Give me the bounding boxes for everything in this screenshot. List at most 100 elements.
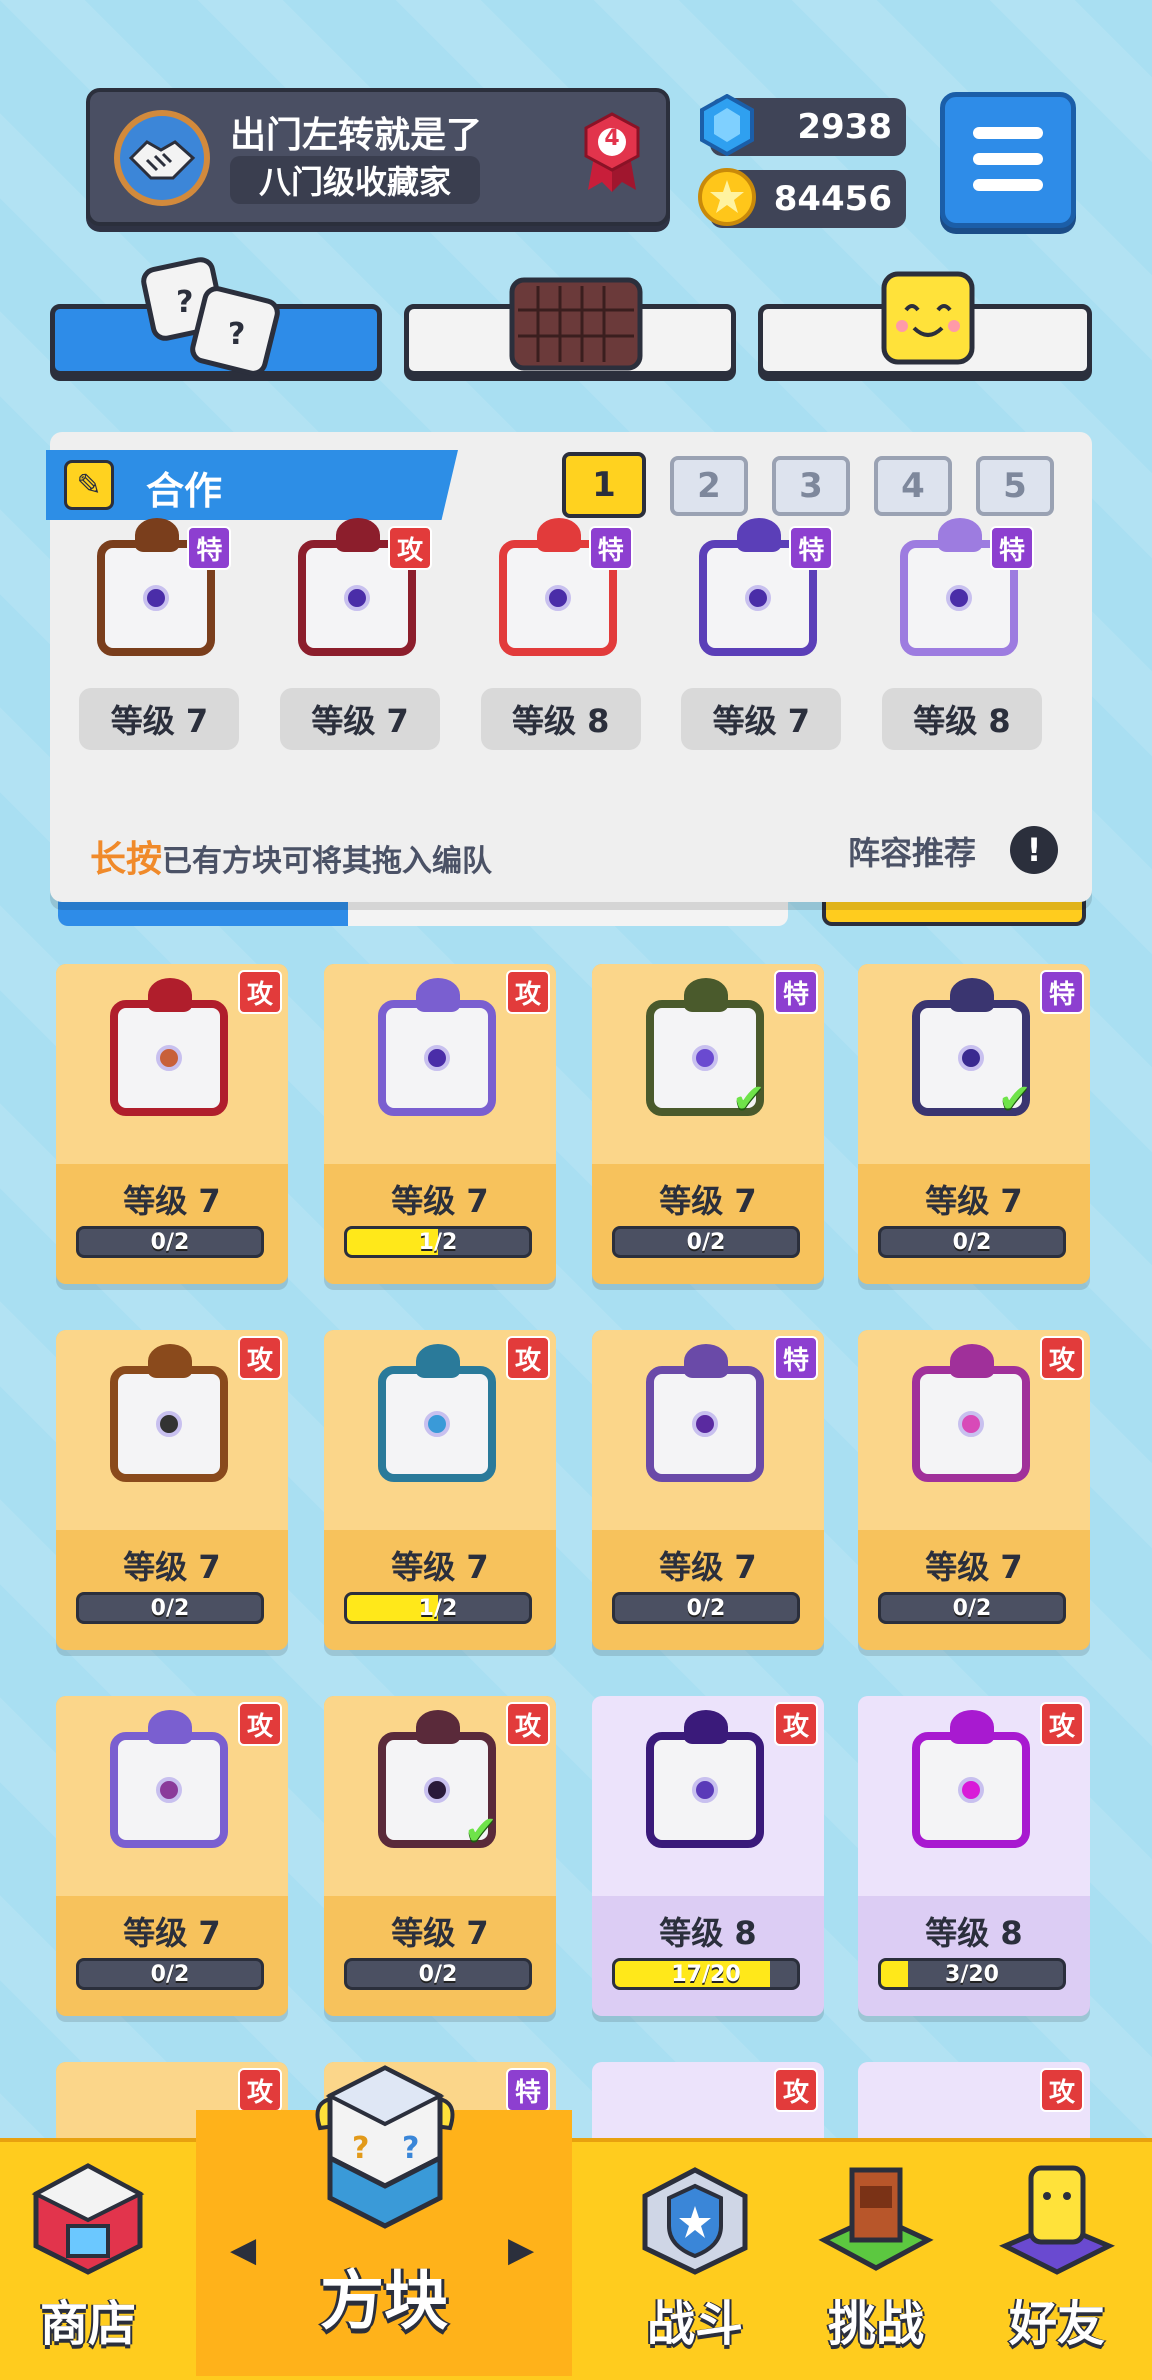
- attack-tag: 攻: [506, 1702, 550, 1746]
- equipped-check-icon: ✔: [998, 1076, 1032, 1122]
- progress-text: 0/2: [150, 1229, 190, 1255]
- svg-text:?: ?: [402, 2131, 419, 2166]
- dice-frame: [110, 1732, 228, 1848]
- nav-battle-label: 战斗: [646, 2296, 743, 2352]
- nav-blocks[interactable]: ? ? ◀ ▶ 方块: [196, 2065, 572, 2376]
- attack-tag: 攻: [1040, 1702, 1084, 1746]
- dice-pip: [544, 585, 571, 611]
- dragon-crest-icon: [536, 518, 581, 552]
- dice-card[interactable]: 攻等级 8 17/20: [592, 1696, 824, 2016]
- deck-page-2[interactable]: 2: [670, 456, 748, 516]
- progress-text: 17/20: [671, 1961, 741, 1987]
- deck-slot[interactable]: 特等级 7: [681, 518, 842, 750]
- progress-text: 0/2: [952, 1229, 992, 1255]
- dice-face: ✔: [632, 978, 780, 1132]
- card-level: 等级 7: [659, 1182, 757, 1220]
- attack-tag: 攻: [238, 1702, 282, 1746]
- dragon-crest-icon: [737, 518, 782, 552]
- dice-frame: [110, 1366, 228, 1482]
- deck-slot[interactable]: 特等级 8: [882, 518, 1042, 750]
- battle-icon: [642, 2167, 748, 2275]
- menu-bar-icon: [973, 127, 1043, 139]
- dragon-crest-icon: [684, 1344, 728, 1378]
- dice-card[interactable]: 攻等级 7 0/2: [858, 1330, 1090, 1650]
- deck-slot-level: 等级 7: [280, 688, 441, 750]
- dice-pip: [424, 1777, 450, 1803]
- menu-bar-icon: [973, 153, 1043, 165]
- upgrade-progress-bar: 0/2: [344, 1958, 532, 1990]
- nav-friends[interactable]: 好友: [962, 2142, 1152, 2380]
- nav-challenge-label: 挑战: [827, 2296, 924, 2352]
- gem-counter[interactable]: 2938: [700, 94, 906, 156]
- dice-card[interactable]: 特等级 7 0/2: [592, 1330, 824, 1650]
- deck-slot[interactable]: 特等级 8: [480, 518, 641, 750]
- dice-card[interactable]: 攻等级 7 0/2: [56, 964, 288, 1284]
- dice-card[interactable]: ✔ 攻等级 7 0/2: [324, 1696, 556, 2016]
- dice-face: [898, 1710, 1046, 1864]
- card-level: 等级 7: [123, 1548, 221, 1586]
- dice-card[interactable]: ✔ 特等级 7 0/2: [592, 964, 824, 1284]
- progress-text: 0/2: [686, 1595, 726, 1621]
- deck-panel: ✎ 合作 1 2 3 4 5 特等级 7 攻等级 7 特等级 8 特等级 7 特等级 8…: [46, 432, 1092, 902]
- deck-slot[interactable]: 特等级 7: [79, 518, 240, 750]
- deck-page-5[interactable]: 5: [976, 456, 1054, 516]
- upgrade-progress-bar: 0/2: [76, 1592, 264, 1624]
- card-level: 等级 8: [925, 1914, 1023, 1952]
- deck-slot-level: 等级 7: [681, 688, 842, 750]
- dice-card[interactable]: ✔ 特等级 7 0/2: [858, 964, 1090, 1284]
- deck-slot-level: 等级 7: [79, 688, 240, 750]
- deck-slot[interactable]: 攻等级 7: [280, 518, 441, 750]
- dice-frame: [912, 1732, 1030, 1848]
- deck-mode-label: 合作: [146, 469, 223, 513]
- card-level: 等级 7: [123, 1914, 221, 1952]
- dice-face: ✔: [898, 978, 1046, 1132]
- upgrade-progress-bar: 0/2: [76, 1226, 264, 1258]
- card-level: 等级 7: [391, 1182, 489, 1220]
- nav-battle[interactable]: 战斗: [600, 2142, 790, 2380]
- profile-card[interactable]: 出门左转就是了 八门级收藏家 4: [86, 88, 670, 226]
- dice-pip: [958, 1777, 984, 1803]
- dice-face: [632, 1344, 780, 1498]
- nav-challenge[interactable]: 挑战: [784, 2142, 968, 2380]
- nav-shop[interactable]: 商店: [0, 2142, 176, 2380]
- menu-button[interactable]: [940, 92, 1076, 228]
- dice-card[interactable]: 攻等级 7 1/2: [324, 964, 556, 1284]
- avatar[interactable]: [114, 110, 210, 206]
- dice-face: 特: [83, 518, 232, 672]
- dice-card[interactable]: 攻等级 7 0/2: [56, 1330, 288, 1650]
- nav-friends-label: 好友: [1008, 2296, 1105, 2352]
- hint-text: 已有方块可将其拖入编队: [162, 844, 493, 879]
- progress-text: 1/2: [418, 1229, 458, 1255]
- dice-face: 攻: [284, 518, 433, 672]
- recommend-link[interactable]: 阵容推荐: [848, 828, 976, 874]
- deck-mode-tab[interactable]: ✎ 合作: [46, 450, 458, 520]
- special-tag: 特: [774, 970, 818, 1014]
- dice-pip: [745, 585, 772, 611]
- dragon-crest-icon: [336, 518, 381, 552]
- special-tag: 特: [774, 1336, 818, 1380]
- progress-text: 0/2: [418, 1961, 458, 1987]
- coin-counter[interactable]: 84456: [698, 168, 906, 228]
- rank-number: 4: [604, 126, 620, 151]
- info-icon[interactable]: !: [1010, 826, 1058, 874]
- dice-card[interactable]: 攻等级 7 0/2: [56, 1696, 288, 2016]
- deck-page-4[interactable]: 4: [874, 456, 952, 516]
- dice-pip: [156, 1045, 182, 1071]
- nav-blocks-label: 方块: [320, 2265, 448, 2339]
- bottom-nav: 商店 战斗 挑战 好友: [0, 2138, 1152, 2380]
- dice-frame: [646, 1366, 764, 1482]
- pencil-icon[interactable]: ✎: [64, 460, 114, 510]
- attack-tag: 攻: [506, 970, 550, 1014]
- rank-badge[interactable]: 4: [580, 112, 644, 192]
- dice-card[interactable]: 攻等级 7 1/2: [324, 1330, 556, 1650]
- deck-page-3[interactable]: 3: [772, 456, 850, 516]
- handshake-icon: [128, 140, 196, 180]
- dice-face: [898, 1344, 1046, 1498]
- dice-card[interactable]: 攻等级 8 3/20: [858, 1696, 1090, 2016]
- upgrade-progress-bar: 0/2: [878, 1592, 1066, 1624]
- deck-page-1[interactable]: 1: [562, 452, 646, 518]
- hint-emphasis: 长按: [90, 839, 163, 880]
- dice-face: 特: [685, 518, 834, 672]
- svg-text:?: ?: [176, 285, 193, 320]
- special-tag: 特: [990, 526, 1034, 570]
